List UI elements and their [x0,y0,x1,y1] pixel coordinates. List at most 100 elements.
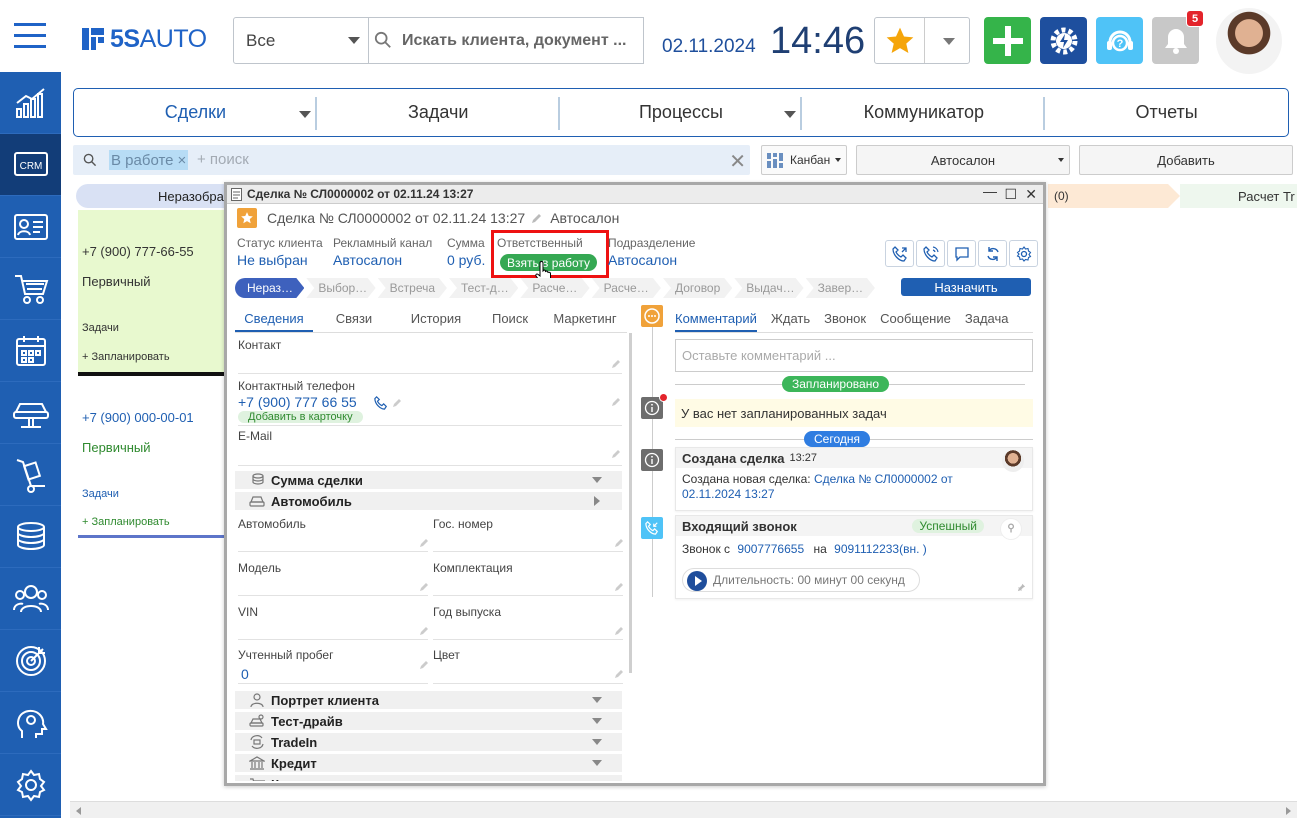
pencil-icon[interactable] [614,669,624,679]
sidebar-item-marketing[interactable] [0,630,61,692]
global-search-input[interactable]: Искать клиента, документ ... [368,17,644,64]
scroll-right-icon[interactable] [1286,807,1291,815]
pencil-icon[interactable] [419,538,429,548]
pencil-icon[interactable] [419,582,429,592]
pencil-icon[interactable] [611,397,621,407]
sidebar-item-staff[interactable] [0,568,61,630]
add-deal-button[interactable]: Добавить [1079,145,1293,175]
support-button[interactable]: ? [1096,17,1143,64]
info-panel-scrollbar[interactable] [629,333,632,673]
pencil-icon[interactable] [614,582,624,592]
hamburger-menu-icon[interactable] [0,0,60,70]
car-field[interactable] [238,551,428,552]
chevron-down-icon[interactable] [784,111,797,118]
year-field[interactable] [433,639,623,640]
client-status-value[interactable]: Не выбран [237,252,308,268]
tab-info[interactable]: Сведения [235,305,313,332]
assign-button[interactable]: Назначить [901,278,1031,296]
pin-icon[interactable] [1017,583,1026,592]
pencil-icon[interactable] [611,449,621,459]
model-field[interactable] [238,595,428,596]
pipeline-stage[interactable]: Встреча [378,278,447,298]
maximize-icon[interactable]: ☐ [1004,186,1017,203]
tab-deals[interactable]: Сделки [74,89,317,136]
comment-input[interactable]: Оставьте комментарий ... [675,339,1033,372]
scroll-left-icon[interactable] [76,807,81,815]
pencil-icon[interactable] [614,538,624,548]
card-plan-link[interactable]: + Запланировать [82,516,170,528]
tab-communicator[interactable]: Коммуникатор [802,89,1046,136]
card-plan-link[interactable]: + Запланировать [82,351,170,363]
view-mode-select[interactable]: Канбан [761,145,847,175]
tab-message[interactable]: Сообщение [880,305,951,332]
horizontal-scrollbar[interactable] [70,801,1297,818]
chevron-down-icon[interactable] [298,111,311,118]
sum-value[interactable]: 0 руб. [447,252,485,268]
kanban-stage-header[interactable]: Неразобра [76,184,228,208]
settings-button[interactable] [1040,17,1087,64]
phone-icon[interactable] [374,396,388,410]
sidebar-item-sales[interactable] [0,258,61,320]
kanban-card[interactable]: +7 (900) 000-00-01 Первичный Задачи + За… [78,396,226,538]
pipeline-stage[interactable]: Расче… [592,278,661,298]
tab-comment[interactable]: Комментарий [675,305,757,332]
play-icon[interactable] [687,571,707,591]
mileage-value[interactable]: 0 [241,666,249,682]
tab-task[interactable]: Задача [965,305,1009,332]
pencil-icon[interactable] [419,660,429,670]
section-more[interactable]: К [235,775,622,781]
tab-marketing[interactable]: Маркетинг [543,305,627,332]
app-logo[interactable]: 5S AUTO [82,25,207,53]
clear-filter-icon[interactable]: ✕ [729,149,746,174]
section-car[interactable]: Автомобиль [235,492,622,510]
tab-call[interactable]: Звонок [824,305,866,332]
section-client-portrait[interactable]: Портрет клиента [235,691,622,709]
section-tradein[interactable]: TradeIn [235,733,622,751]
tab-search[interactable]: Поиск [477,305,543,332]
phone-value[interactable]: +7 (900) 777 66 55 [238,394,357,410]
tab-history[interactable]: История [395,305,477,332]
call-to-number[interactable]: 9091112233(вн. ) [834,542,927,556]
tab-processes[interactable]: Процессы [560,89,803,136]
pipeline-stage[interactable]: Завер… [806,278,875,298]
color-field[interactable] [433,683,623,684]
call-recording-player[interactable]: Длительность: 00 минут 00 секунд [682,568,920,592]
filter-search-placeholder[interactable]: + поиск [197,151,249,168]
call-button[interactable] [916,240,945,267]
add-to-card-link[interactable]: Добавить в карточку [238,411,363,423]
sidebar-item-parts[interactable] [0,444,61,506]
section-deal-sum[interactable]: Сумма сделки [235,471,622,489]
deal-window-titlebar[interactable]: Сделка № СЛ0000002 от 02.11.24 13:27 — ☐… [227,183,1043,204]
search-scope-select[interactable]: Все [233,17,369,64]
pipeline-stage[interactable]: Нераз… [235,278,304,298]
pipeline-stage[interactable]: Тест-д… [449,278,518,298]
ad-channel-value[interactable]: Автосалон [333,252,402,268]
pencil-icon[interactable] [614,626,624,636]
call-from-number[interactable]: 9007776655 [737,542,804,556]
deal-settings-button[interactable] [1009,240,1038,267]
sidebar-item-crm[interactable]: CRM [0,134,61,196]
callback-button[interactable] [885,240,914,267]
tab-wait[interactable]: Ждать [771,305,810,332]
contact-field[interactable] [238,373,622,374]
tab-reports[interactable]: Отчеты [1045,89,1288,136]
minimize-icon[interactable]: — [983,183,997,199]
kanban-stage-header[interactable]: Расчет Tr [1180,184,1297,208]
tab-links[interactable]: Связи [313,305,395,332]
user-avatar[interactable] [1216,8,1282,74]
pipeline-stage[interactable]: Выбор… [306,278,375,298]
sidebar-item-finance[interactable] [0,506,61,568]
refresh-button[interactable] [978,240,1007,267]
deal-filter-bar[interactable]: В работе × + поиск ✕ [73,145,750,175]
close-icon[interactable]: ✕ [1025,186,1037,203]
sidebar-item-calendar[interactable] [0,320,61,382]
pipeline-stage[interactable]: Договор [663,278,732,298]
pipeline-stage[interactable]: Выдач… [734,278,803,298]
add-button[interactable] [984,17,1031,64]
star-icon[interactable] [237,208,257,228]
section-credit[interactable]: Кредит [235,754,622,772]
pencil-icon[interactable] [611,359,621,369]
mileage-field[interactable] [238,683,428,684]
star-icon[interactable] [875,18,925,63]
pipeline-stage[interactable]: Расче… [520,278,589,298]
